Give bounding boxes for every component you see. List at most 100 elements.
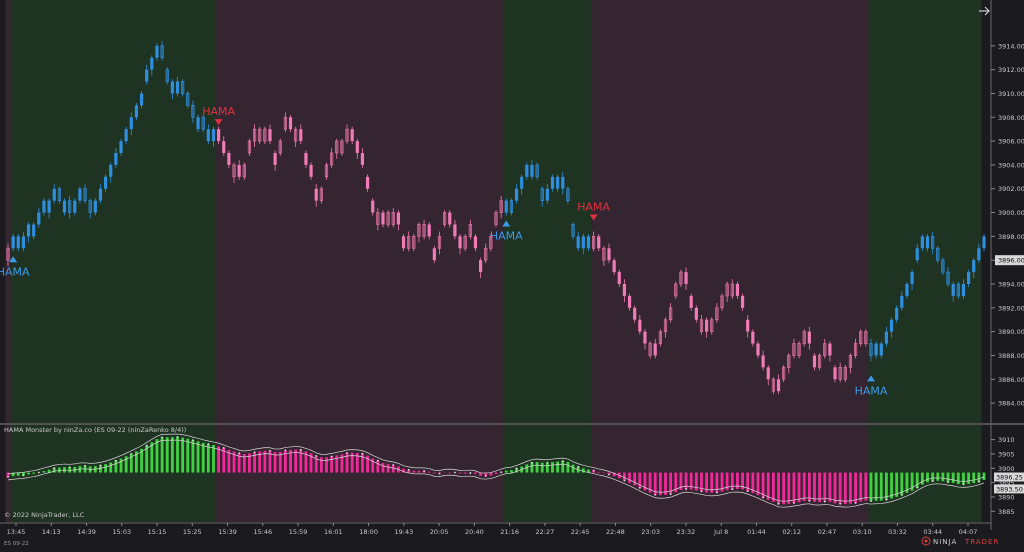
band-dot <box>947 481 949 484</box>
indicator-title: HAMA Monster by ninZa.co (ES 09-22 (ninZ… <box>4 426 186 434</box>
brick <box>694 307 698 320</box>
time-label: 22:27 <box>536 528 555 536</box>
zone-bull <box>868 0 982 423</box>
brick <box>73 200 77 213</box>
brick <box>145 69 149 82</box>
band-dot <box>608 473 610 476</box>
brick <box>689 295 693 308</box>
band-dot <box>700 490 703 493</box>
time-label: 15:39 <box>218 528 237 536</box>
brick <box>612 260 616 273</box>
brick <box>21 236 26 249</box>
band-dot <box>839 502 842 505</box>
band-dot <box>176 436 179 438</box>
brick <box>874 343 878 356</box>
brick <box>217 129 221 142</box>
brick <box>977 248 981 261</box>
band-dot <box>746 490 749 493</box>
brick <box>622 284 627 296</box>
brick <box>520 176 524 189</box>
brick <box>381 212 385 225</box>
brick <box>304 153 308 165</box>
brick <box>972 260 976 273</box>
band-dot <box>931 480 934 482</box>
band-dot <box>854 502 857 504</box>
band-dot <box>37 471 40 474</box>
time-label: 04:07 <box>959 528 978 536</box>
band-dot <box>592 469 595 472</box>
brick <box>879 343 883 356</box>
time-label: 15:46 <box>253 528 272 536</box>
brick <box>109 164 113 177</box>
brick <box>52 188 56 201</box>
brick <box>150 57 154 70</box>
band-dot <box>484 475 487 477</box>
brick <box>32 224 36 237</box>
price-label: 3908.00 <box>998 114 1024 122</box>
price-label: 3912.00 <box>998 66 1024 74</box>
brick <box>884 331 888 344</box>
brick <box>227 153 231 165</box>
brick <box>196 117 200 130</box>
hama-signal-label: HAMA <box>855 384 888 397</box>
brick <box>925 236 930 249</box>
brick <box>427 224 431 237</box>
zone-bull <box>10 0 217 423</box>
brick <box>751 331 755 344</box>
brand-ninja: NINJA <box>933 538 957 546</box>
brick <box>550 176 555 189</box>
brick <box>473 236 478 249</box>
time-label: 03:10 <box>853 528 872 536</box>
brick <box>740 295 745 308</box>
indicator-label: 3905 <box>998 450 1015 458</box>
brick <box>16 236 20 249</box>
brick <box>268 129 272 142</box>
brick <box>627 295 632 308</box>
brick <box>206 129 210 142</box>
band-dot <box>423 470 425 472</box>
hama-signal-label: HAMA <box>577 200 610 213</box>
brick <box>756 343 760 356</box>
time-label: 18:00 <box>359 528 378 536</box>
brick <box>355 141 359 153</box>
price-label: 3888.00 <box>998 352 1024 360</box>
brick <box>576 236 580 249</box>
brick <box>453 224 457 237</box>
price-label: 3902.00 <box>998 185 1024 193</box>
brick <box>766 367 770 380</box>
time-label: 22:48 <box>606 528 625 536</box>
copyright-text: © 2022 NinjaTrader, LLC <box>4 511 85 519</box>
brick <box>966 272 971 284</box>
band-dot <box>793 502 795 504</box>
time-label: 20:40 <box>465 528 484 536</box>
band-dot <box>623 479 626 482</box>
time-label: 15:15 <box>148 528 167 536</box>
time-label: 15:59 <box>289 528 308 536</box>
band-dot <box>654 493 657 496</box>
chart-svg[interactable]: HAMA HAMA HAMA HAMA HAMA 3914.00 3912.00 3910.… <box>0 0 1024 548</box>
price-label: 3910.00 <box>998 90 1024 98</box>
band-dot <box>114 459 117 462</box>
price-label: 3906.00 <box>998 138 1024 146</box>
brick <box>581 236 585 249</box>
brick <box>617 272 621 284</box>
brick <box>222 141 226 153</box>
band-dot <box>161 436 164 439</box>
brick <box>104 176 108 189</box>
zone-bear <box>591 425 869 522</box>
brick <box>761 355 765 368</box>
time-label: 20:05 <box>430 528 449 536</box>
brick <box>504 200 508 213</box>
time-label: 15:25 <box>183 528 202 536</box>
indicator-label: 3890 <box>998 493 1015 501</box>
hama-signal-label: HAMA <box>202 105 235 118</box>
time-label: 16:01 <box>324 528 343 536</box>
brick <box>401 236 406 249</box>
brick <box>139 93 144 106</box>
band-dot <box>99 464 102 467</box>
brick <box>556 176 560 189</box>
brick <box>350 129 354 142</box>
band-dot <box>392 464 395 466</box>
brick <box>129 117 133 130</box>
brick <box>705 319 709 332</box>
